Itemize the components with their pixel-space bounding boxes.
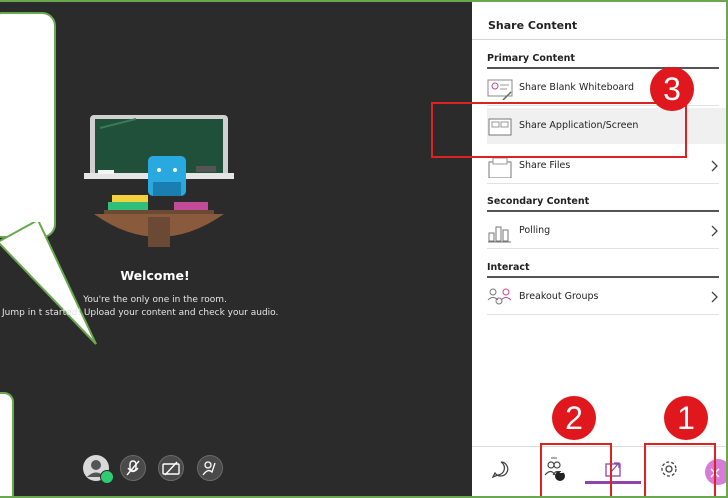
annotation-badge-3: 3 [650,67,694,111]
panel-title: Share Content [488,19,578,32]
secondary-content-heading: Secondary Content [487,196,719,212]
camera-off-icon [162,461,180,476]
breakout-groups-item[interactable]: Breakout Groups [487,279,719,315]
polling-item[interactable]: Polling [487,213,719,249]
interact-heading: Interact [487,262,719,278]
chevron-right-icon [711,160,718,172]
chevron-right-icon [711,225,718,237]
welcome-title: Welcome! [120,268,190,283]
breakout-groups-label: Breakout Groups [519,291,599,302]
raise-hand-button[interactable] [197,455,223,481]
annotation-box-1 [644,443,716,498]
microphone-off-icon [126,460,140,476]
speech-callout [0,12,56,238]
whiteboard-icon [487,79,513,100]
panel-header: Share Content [472,0,728,40]
classroom-illustration [84,115,234,247]
welcome-instructions: Jump in t started! Upload your content a… [2,308,279,318]
files-icon [488,157,512,178]
polling-label: Polling [519,225,551,236]
my-status-button[interactable] [83,455,114,484]
raise-hand-icon [202,461,216,476]
primary-content-heading: Primary Content [487,53,719,69]
polling-icon [488,226,511,243]
annotation-badge-2: 2 [552,396,596,440]
share-blank-whiteboard-label: Share Blank Whiteboard [519,82,635,93]
chat-bubble-icon [491,461,509,479]
annotation-box-3 [431,102,687,158]
annotation-box-2 [540,443,612,498]
camera-toggle-button[interactable] [158,455,184,481]
annotation-badge-1: 1 [664,396,708,440]
chevron-right-icon [711,291,718,303]
welcome-message: You're the only one in the room. [83,295,227,305]
share-files-label: Share Files [519,160,571,171]
microphone-toggle-button[interactable] [120,455,146,481]
speech-callout-lower [0,392,14,498]
tab-chat[interactable] [476,447,526,491]
breakout-groups-icon [487,288,512,305]
status-check-icon [100,470,114,484]
main-stage: Welcome! You're the only one in the room… [0,0,472,498]
